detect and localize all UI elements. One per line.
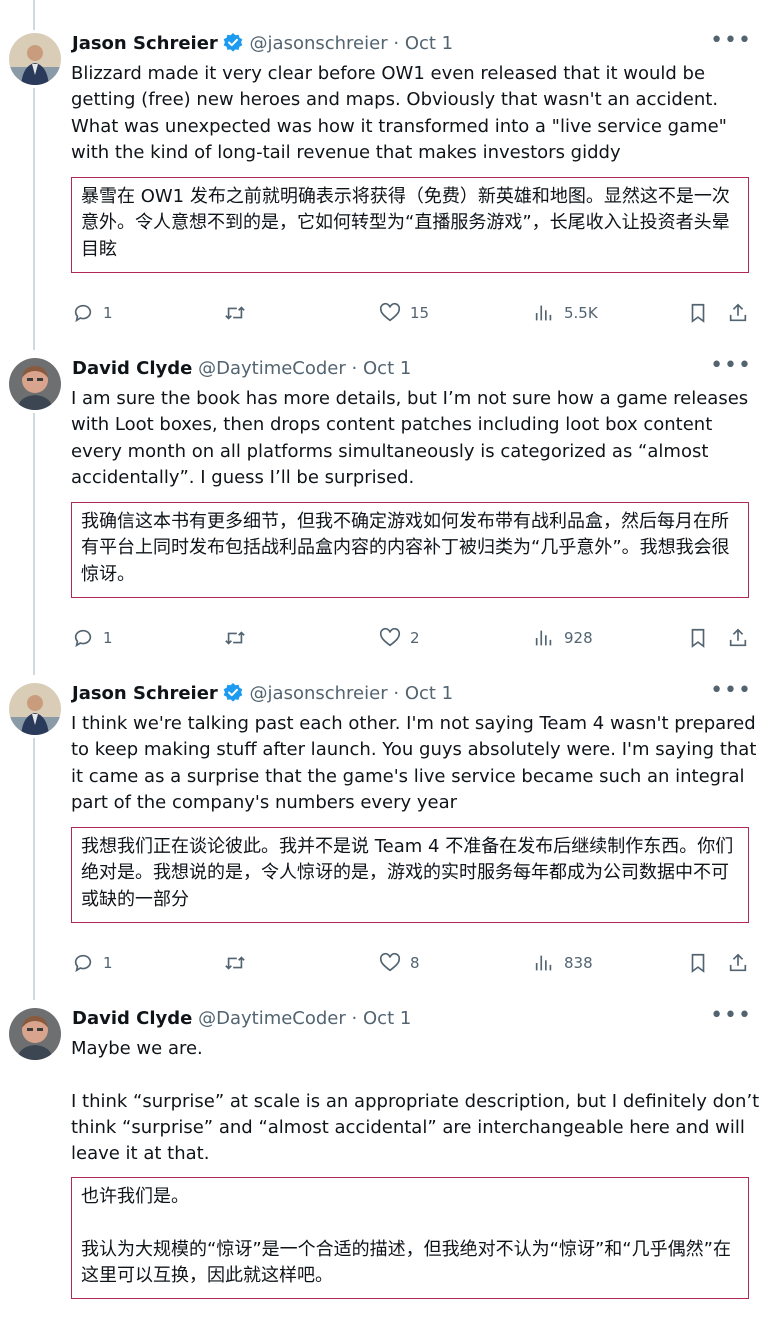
- reply-count: 1: [103, 954, 113, 972]
- author-name[interactable]: Jason Schreier: [72, 33, 218, 54]
- separator: ·: [393, 33, 400, 54]
- translation-box: 我想我们正在谈论彼此。我并不是说 Team 4 不准备在发布后继续制作东西。你们…: [71, 827, 749, 923]
- reply-button[interactable]: 1: [72, 952, 113, 974]
- bookmark-button[interactable]: [687, 627, 709, 649]
- more-icon[interactable]: •••: [710, 30, 752, 52]
- avatar[interactable]: [9, 33, 61, 85]
- translation-box: 我确信这本书有更多细节，但我不确定游戏如何发布带有战利品盒，然后每月在所有平台上…: [71, 502, 749, 598]
- heart-icon: [379, 627, 401, 647]
- like-button[interactable]: 2: [379, 627, 420, 649]
- bookmark-button[interactable]: [687, 302, 709, 324]
- thread-line: [33, 413, 35, 675]
- share-button[interactable]: [727, 302, 749, 324]
- avatar[interactable]: [9, 358, 61, 410]
- tweet-text: I am sure the book has more details, but…: [71, 388, 749, 488]
- retweet-icon: [225, 956, 245, 970]
- author-name[interactable]: David Clyde: [72, 358, 192, 379]
- tweet-header: Jason Schreier @jasonschreier · Oct 1: [72, 31, 453, 57]
- tweet-actions: 1 15 5.5K: [72, 302, 762, 326]
- thread-line: [33, 0, 35, 30]
- avatar[interactable]: [9, 1008, 61, 1060]
- heart-icon: [379, 302, 401, 322]
- tweet-date[interactable]: Oct 1: [363, 1008, 411, 1029]
- views-icon: [535, 630, 552, 646]
- retweet-icon: [225, 306, 245, 320]
- author-name[interactable]: Jason Schreier: [72, 683, 218, 704]
- bookmark-button[interactable]: [687, 952, 709, 974]
- reply-icon: [74, 954, 92, 973]
- views-button[interactable]: 838: [533, 952, 593, 974]
- views-icon: [535, 305, 552, 321]
- author-handle[interactable]: @DaytimeCoder: [198, 358, 346, 379]
- bookmark-icon: [691, 628, 705, 648]
- retweet-icon: [225, 631, 245, 645]
- more-icon[interactable]: •••: [710, 1005, 752, 1027]
- tweet-header: Jason Schreier @jasonschreier · Oct 1: [72, 681, 453, 707]
- tweet-date[interactable]: Oct 1: [363, 358, 411, 379]
- view-count: 928: [564, 629, 593, 647]
- tweet-actions: 1 8 838: [72, 952, 762, 976]
- views-icon: [535, 955, 552, 971]
- reply-button[interactable]: 1: [72, 627, 113, 649]
- like-button[interactable]: 8: [379, 952, 420, 974]
- reply-count: 1: [103, 304, 113, 322]
- separator: ·: [351, 1008, 358, 1029]
- view-count: 5.5K: [564, 304, 598, 322]
- more-icon[interactable]: •••: [710, 355, 752, 377]
- translation-box: 也许我们是。 我认为大规模的“惊讶”是一个合适的描述，但我绝对不认为“惊讶”和“…: [71, 1177, 749, 1299]
- views-button[interactable]: 928: [533, 627, 593, 649]
- tweet-header: David Clyde @DaytimeCoder · Oct 1: [72, 356, 411, 382]
- author-handle[interactable]: @jasonschreier: [250, 33, 388, 54]
- share-icon: [729, 303, 747, 322]
- reply-count: 1: [103, 629, 113, 647]
- share-button[interactable]: [727, 627, 749, 649]
- verified-badge-icon: [223, 33, 243, 52]
- tweet-text: Maybe we are. I think “surprise” at scal…: [71, 1038, 760, 1165]
- avatar[interactable]: [9, 683, 61, 735]
- author-handle[interactable]: @jasonschreier: [250, 683, 388, 704]
- thread-line: [33, 738, 35, 1000]
- tweet-header: David Clyde @DaytimeCoder · Oct 1: [72, 1006, 411, 1032]
- reply-icon: [74, 629, 92, 648]
- retweet-button[interactable]: [224, 302, 246, 324]
- share-icon: [729, 628, 747, 647]
- like-count: 15: [410, 304, 430, 322]
- like-count: 2: [410, 629, 420, 647]
- separator: ·: [393, 683, 400, 704]
- author-handle[interactable]: @DaytimeCoder: [198, 1008, 346, 1029]
- reply-icon: [74, 304, 92, 323]
- like-count: 8: [410, 954, 420, 972]
- tweet-date[interactable]: Oct 1: [405, 683, 453, 704]
- view-count: 838: [564, 954, 593, 972]
- author-name[interactable]: David Clyde: [72, 1008, 192, 1029]
- tweet-actions: 1 2 928: [72, 627, 762, 651]
- separator: ·: [351, 358, 358, 379]
- heart-icon: [379, 952, 401, 972]
- translation-box: 暴雪在 OW1 发布之前就明确表示将获得（免费）新英雄和地图。显然这不是一次意外…: [71, 177, 749, 273]
- thread-line: [33, 88, 35, 350]
- bookmark-icon: [691, 953, 705, 973]
- more-icon[interactable]: •••: [710, 680, 752, 702]
- share-icon: [729, 953, 747, 972]
- share-button[interactable]: [727, 952, 749, 974]
- tweet-text: Blizzard made it very clear before OW1 e…: [71, 63, 727, 163]
- tweet-text: I think we're talking past each other. I…: [71, 713, 757, 813]
- verified-badge-icon: [223, 683, 243, 702]
- views-button[interactable]: 5.5K: [533, 302, 598, 324]
- retweet-button[interactable]: [224, 627, 246, 649]
- tweet-date[interactable]: Oct 1: [405, 33, 453, 54]
- retweet-button[interactable]: [224, 952, 246, 974]
- reply-button[interactable]: 1: [72, 302, 113, 324]
- like-button[interactable]: 15: [379, 302, 429, 324]
- bookmark-icon: [691, 303, 705, 323]
